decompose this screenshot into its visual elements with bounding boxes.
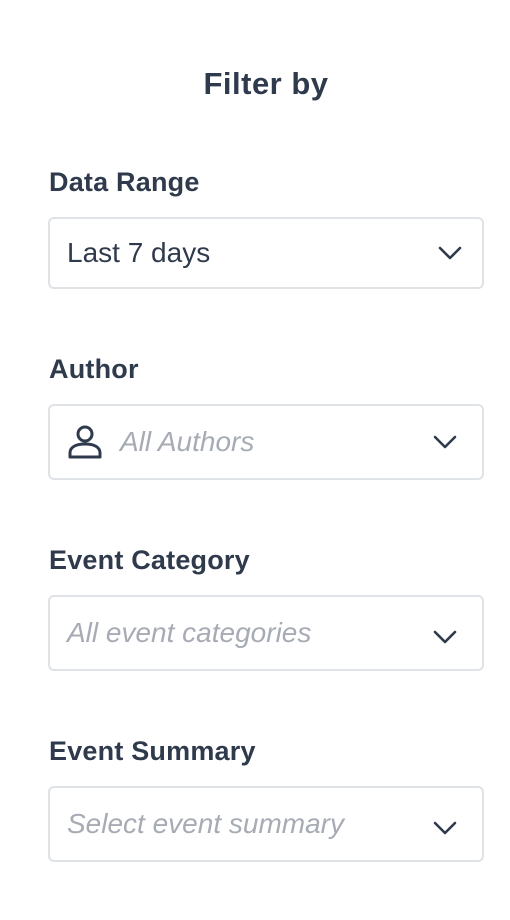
- date-range-select[interactable]: Last 7 days: [48, 217, 484, 289]
- chevron-down-icon: [438, 246, 462, 260]
- filter-panel: Filter by Data Range Last 7 days Author …: [0, 0, 510, 920]
- filter-title: Filter by: [203, 66, 329, 101]
- chevron-down-icon: [433, 821, 457, 835]
- event-summary-select[interactable]: Select event summary: [48, 786, 484, 862]
- event-category-label: Event Category: [49, 545, 250, 575]
- chevron-down-icon: [433, 630, 457, 644]
- event-summary-label: Event Summary: [49, 736, 256, 766]
- event-category-select[interactable]: All event categories: [48, 595, 484, 671]
- author-placeholder: All Authors: [120, 426, 255, 457]
- chevron-down-icon: [433, 435, 457, 449]
- event-category-placeholder: All event categories: [67, 617, 312, 648]
- date-range-label: Data Range: [49, 167, 200, 197]
- author-label: Author: [49, 354, 139, 384]
- author-select[interactable]: All Authors: [48, 404, 484, 480]
- date-range-value: Last 7 days: [67, 237, 211, 268]
- event-summary-placeholder: Select event summary: [67, 808, 344, 839]
- person-icon: [68, 425, 102, 459]
